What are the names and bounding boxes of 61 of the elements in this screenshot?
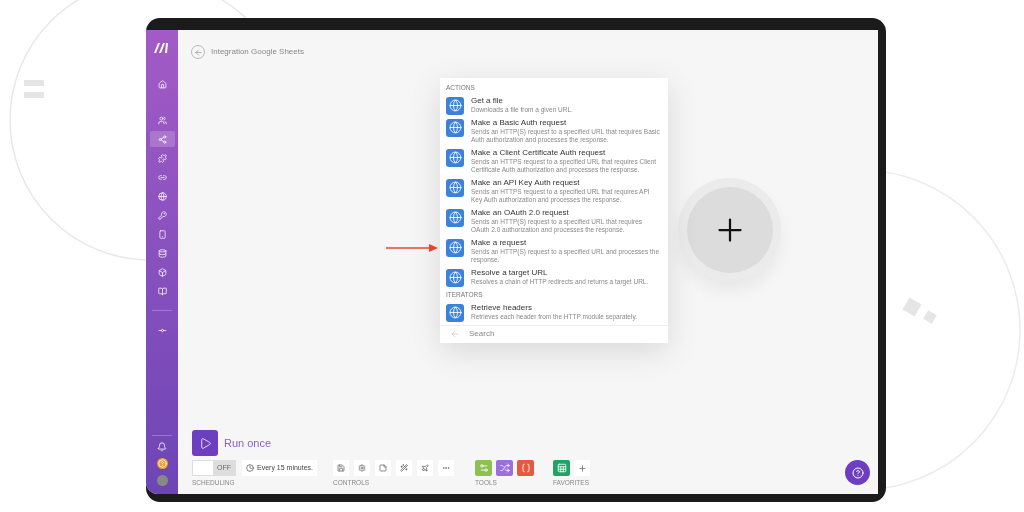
settings-icon	[358, 464, 366, 473]
globe-icon	[157, 191, 167, 201]
help-icon	[851, 466, 864, 479]
save-button[interactable]	[333, 460, 349, 477]
logo-icon[interactable]	[153, 42, 171, 54]
clock-icon	[246, 464, 254, 473]
search-field[interactable]: Search	[469, 328, 658, 340]
key-icon	[157, 210, 167, 220]
module-name: Make a Basic Auth request	[471, 117, 568, 128]
module-name: Make an API Key Auth request	[471, 177, 581, 188]
module-name: Make an OAuth 2.0 request	[471, 207, 570, 218]
plus-icon	[577, 463, 587, 473]
tool-button[interactable]	[496, 460, 513, 477]
help-chat-button[interactable]	[845, 460, 870, 485]
globe-icon	[446, 303, 464, 322]
globe-icon	[446, 178, 464, 197]
play-icon	[198, 436, 212, 450]
bell-icon[interactable]	[157, 442, 167, 452]
module-name: Get a file	[471, 95, 504, 106]
users-icon	[157, 115, 167, 125]
globe-icon	[446, 96, 464, 115]
wand-icon	[400, 464, 408, 473]
wand-button[interactable]	[396, 460, 412, 477]
favorite-button[interactable]	[553, 460, 570, 477]
globe-icon	[446, 268, 464, 287]
module-name: Retrieve headers	[471, 302, 533, 313]
braces-icon	[520, 463, 531, 474]
help-icon[interactable]	[156, 458, 168, 469]
note-button[interactable]	[375, 460, 391, 477]
back-arrow-icon	[193, 47, 203, 57]
tool-button[interactable]	[475, 460, 492, 477]
sheet-icon	[556, 463, 567, 474]
home-icon	[157, 79, 167, 89]
globe-icon	[446, 148, 464, 167]
run-once-button[interactable]	[192, 430, 218, 457]
module-name: Make a request	[471, 237, 528, 248]
shuffle-icon	[499, 463, 510, 474]
more-button[interactable]	[438, 460, 454, 477]
run-once-label: Run once	[224, 436, 272, 451]
module-name: Make a Client Certificate Auth request	[471, 147, 607, 158]
note-icon	[379, 464, 387, 473]
breadcrumb-title: Integration Google Sheets	[211, 46, 304, 58]
globe-icon	[446, 238, 464, 257]
book-icon	[157, 286, 167, 296]
plane-button[interactable]	[417, 460, 433, 477]
avatar[interactable]	[156, 475, 168, 486]
globe-icon	[446, 118, 464, 137]
settings-button[interactable]	[354, 460, 370, 477]
add-favorite-button[interactable]	[574, 460, 590, 477]
module-name: Resolve a target URL	[471, 267, 549, 278]
share-icon	[157, 134, 167, 144]
pointer-arrow-drawing	[386, 244, 438, 252]
phone-icon	[157, 229, 167, 239]
globe-icon	[446, 208, 464, 227]
sidebar-item[interactable]	[149, 131, 175, 147]
tool-button[interactable]	[517, 460, 534, 477]
save-icon	[337, 464, 345, 473]
puzzle-icon	[157, 153, 167, 163]
link-icon	[157, 172, 167, 182]
database-icon	[157, 248, 167, 258]
cube-icon	[157, 267, 167, 277]
